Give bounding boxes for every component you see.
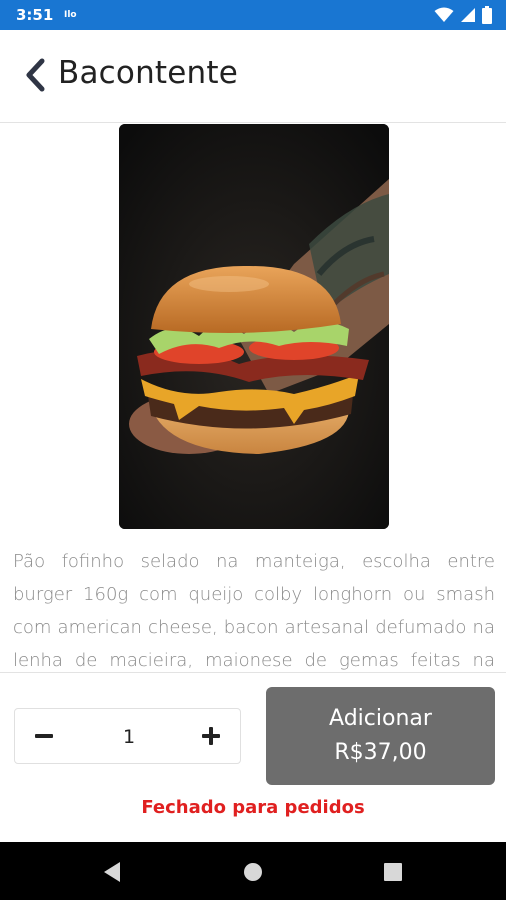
battery-icon bbox=[482, 6, 492, 24]
nav-back-button[interactable] bbox=[98, 858, 126, 886]
page-title: Bacontente bbox=[58, 55, 239, 91]
back-button[interactable] bbox=[18, 55, 52, 95]
status-bar: 3:51 Ilo bbox=[0, 0, 506, 30]
chevron-left-icon bbox=[26, 58, 45, 92]
minus-icon bbox=[35, 734, 53, 738]
status-icons bbox=[434, 6, 492, 24]
nav-home-button[interactable] bbox=[239, 858, 267, 886]
back-triangle-icon bbox=[104, 862, 120, 882]
burger-photo bbox=[119, 124, 389, 529]
order-panel: 1 Adicionar R$37,00 Fechado para pedidos bbox=[0, 672, 506, 842]
nav-recents-button[interactable] bbox=[379, 858, 407, 886]
increase-quantity-button[interactable] bbox=[192, 717, 230, 755]
description-container: Pão fofinho selado na manteiga, escolha … bbox=[13, 545, 495, 671]
notification-icon: Ilo bbox=[64, 10, 77, 20]
status-time: 3:51 bbox=[16, 6, 54, 24]
quantity-value: 1 bbox=[122, 726, 136, 748]
product-image bbox=[119, 124, 389, 529]
recents-square-icon bbox=[384, 863, 402, 881]
app-header: Bacontente bbox=[0, 30, 506, 123]
closed-notice: Fechado para pedidos bbox=[141, 797, 365, 818]
wifi-icon bbox=[434, 7, 454, 22]
product-description: Pão fofinho selado na manteiga, escolha … bbox=[13, 551, 495, 671]
decrease-quantity-button[interactable] bbox=[25, 717, 63, 755]
quantity-stepper: 1 bbox=[14, 708, 241, 764]
signal-icon bbox=[461, 8, 475, 22]
add-button-price: R$37,00 bbox=[334, 740, 427, 765]
add-button-label: Adicionar bbox=[329, 706, 432, 731]
plus-icon bbox=[202, 727, 220, 745]
add-to-cart-button[interactable]: Adicionar R$37,00 bbox=[266, 687, 495, 785]
home-circle-icon bbox=[244, 863, 262, 881]
system-nav-bar bbox=[0, 842, 506, 900]
